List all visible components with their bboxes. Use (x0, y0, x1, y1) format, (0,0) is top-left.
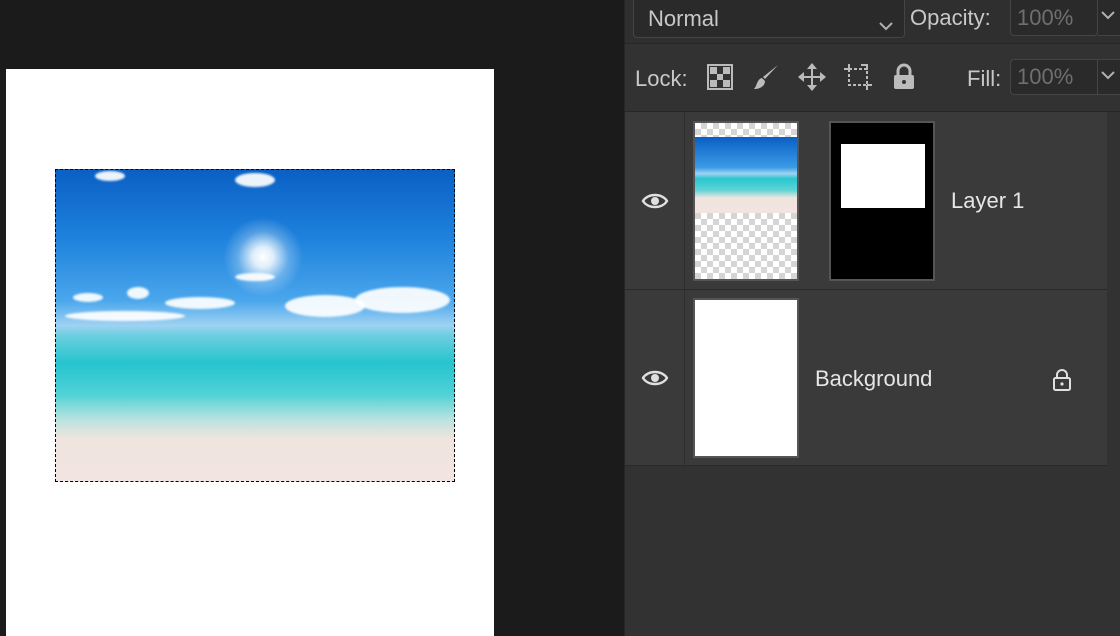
fill-dropdown-button[interactable] (1098, 59, 1120, 95)
visibility-toggle[interactable] (625, 290, 685, 465)
canvas-workspace[interactable] (0, 0, 624, 636)
eye-icon (641, 370, 668, 385)
layer-lock-icon[interactable] (1051, 368, 1073, 397)
fill-value: 100% (1017, 64, 1074, 89)
layers-panel: Normal Opacity: 100% Lock: Fill: 100% La… (624, 0, 1120, 636)
beach-photo-layer[interactable] (55, 169, 455, 482)
chevron-down-icon (878, 12, 894, 38)
layer-row-background[interactable]: Background (625, 290, 1107, 466)
opacity-label: Opacity: (910, 5, 991, 30)
fill-input[interactable]: 100% (1010, 59, 1098, 95)
artboard-lock-icon[interactable] (843, 62, 873, 92)
padlock-icon[interactable] (889, 62, 919, 92)
blend-mode-select[interactable]: Normal (633, 0, 905, 38)
layer-row-layer-1[interactable]: Layer 1 (625, 112, 1107, 290)
opacity-dropdown-button[interactable] (1098, 0, 1120, 36)
brush-lock-icon[interactable] (751, 62, 781, 92)
layer-name[interactable]: Background (815, 366, 932, 392)
layer-thumbnail-image (695, 137, 797, 213)
transparency-lock-icon[interactable] (705, 62, 735, 92)
blend-row: Normal Opacity: 100% (625, 0, 1120, 44)
selection-marquee[interactable] (55, 169, 455, 482)
fill-label: Fill: (967, 66, 1002, 91)
lock-row: Lock: Fill: 100% (625, 44, 1120, 112)
mask-white-area (841, 144, 925, 208)
eye-icon (641, 193, 668, 208)
move-lock-icon[interactable] (797, 62, 827, 92)
opacity-value: 100% (1017, 4, 1074, 30)
layer-name[interactable]: Layer 1 (951, 188, 1024, 214)
layer-mask-thumbnail[interactable] (829, 121, 935, 281)
blend-mode-value: Normal (648, 5, 719, 31)
visibility-toggle[interactable] (625, 112, 685, 289)
lock-icons-group (705, 62, 919, 92)
opacity-input[interactable]: 100% (1010, 0, 1098, 36)
layer-thumbnail[interactable] (693, 298, 799, 458)
lock-label: Lock: (635, 66, 688, 91)
layer-thumbnail[interactable] (693, 121, 799, 281)
